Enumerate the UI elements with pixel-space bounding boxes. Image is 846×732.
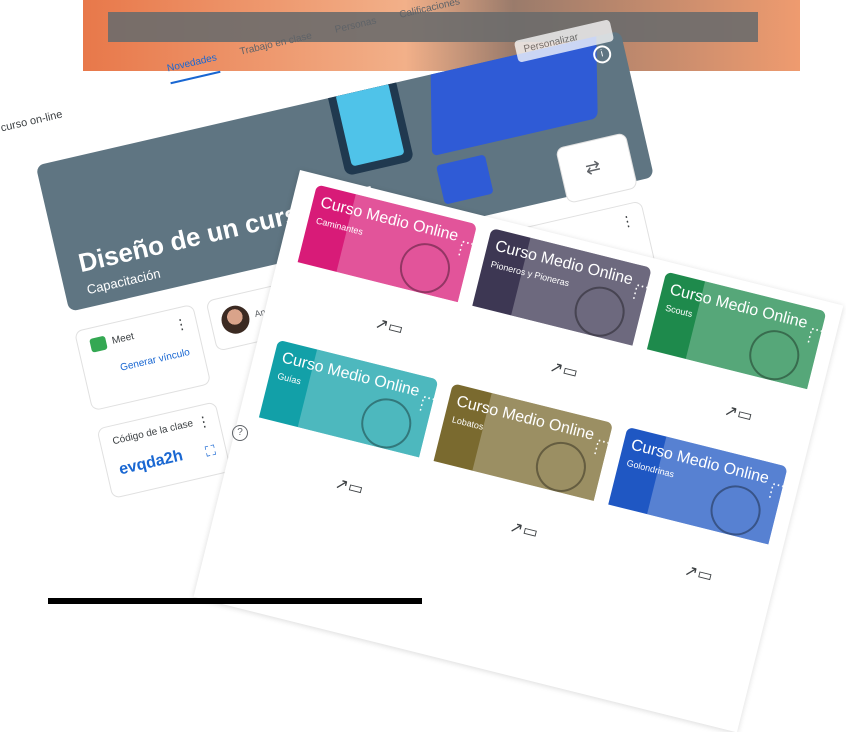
class-code-card: Código de la clase ⋮ evqda2h ⛶ xyxy=(96,401,232,499)
tab-personas[interactable]: Personas xyxy=(334,15,380,45)
more-options-icon[interactable]: ⋮ xyxy=(619,212,636,232)
avatar xyxy=(218,302,253,337)
tab-trabajo-en-clase[interactable]: Trabajo en clase xyxy=(239,30,315,67)
help-icon[interactable]: ? xyxy=(232,425,248,441)
meet-label: Meet xyxy=(110,331,136,347)
bottom-bar xyxy=(48,598,422,604)
class-code-value: evqda2h xyxy=(117,447,185,479)
more-options-icon[interactable]: ⋮ xyxy=(195,412,212,432)
tab-novedades[interactable]: Novedades xyxy=(166,52,221,85)
fullscreen-icon[interactable]: ⛶ xyxy=(204,442,217,461)
phone-illustration xyxy=(435,154,494,205)
course-section: Guías xyxy=(276,370,303,387)
tabs: Novedades Trabajo en clase Personas Cali… xyxy=(166,0,463,85)
generate-link-button[interactable]: Generar vínculo xyxy=(119,347,191,375)
class-name-small: e un curso on-line xyxy=(0,108,64,140)
tab-calificaciones[interactable]: Calificaciones xyxy=(398,0,463,31)
more-options-icon[interactable]: ⋮ xyxy=(172,315,189,335)
course-section: Scouts xyxy=(664,302,694,320)
course-card-header: Curso Medio Online ... Scouts ⋮ xyxy=(646,271,827,390)
class-code-label: Código de la clase xyxy=(111,418,195,448)
swap-icon[interactable]: ⇄ xyxy=(583,156,602,180)
course-cards-panel: Curso Medio Online ... Caminantes ⋮ Curs… xyxy=(193,170,844,732)
meet-card: Meet ⋮ Generar vínculo xyxy=(73,303,212,412)
meet-icon xyxy=(89,335,108,353)
